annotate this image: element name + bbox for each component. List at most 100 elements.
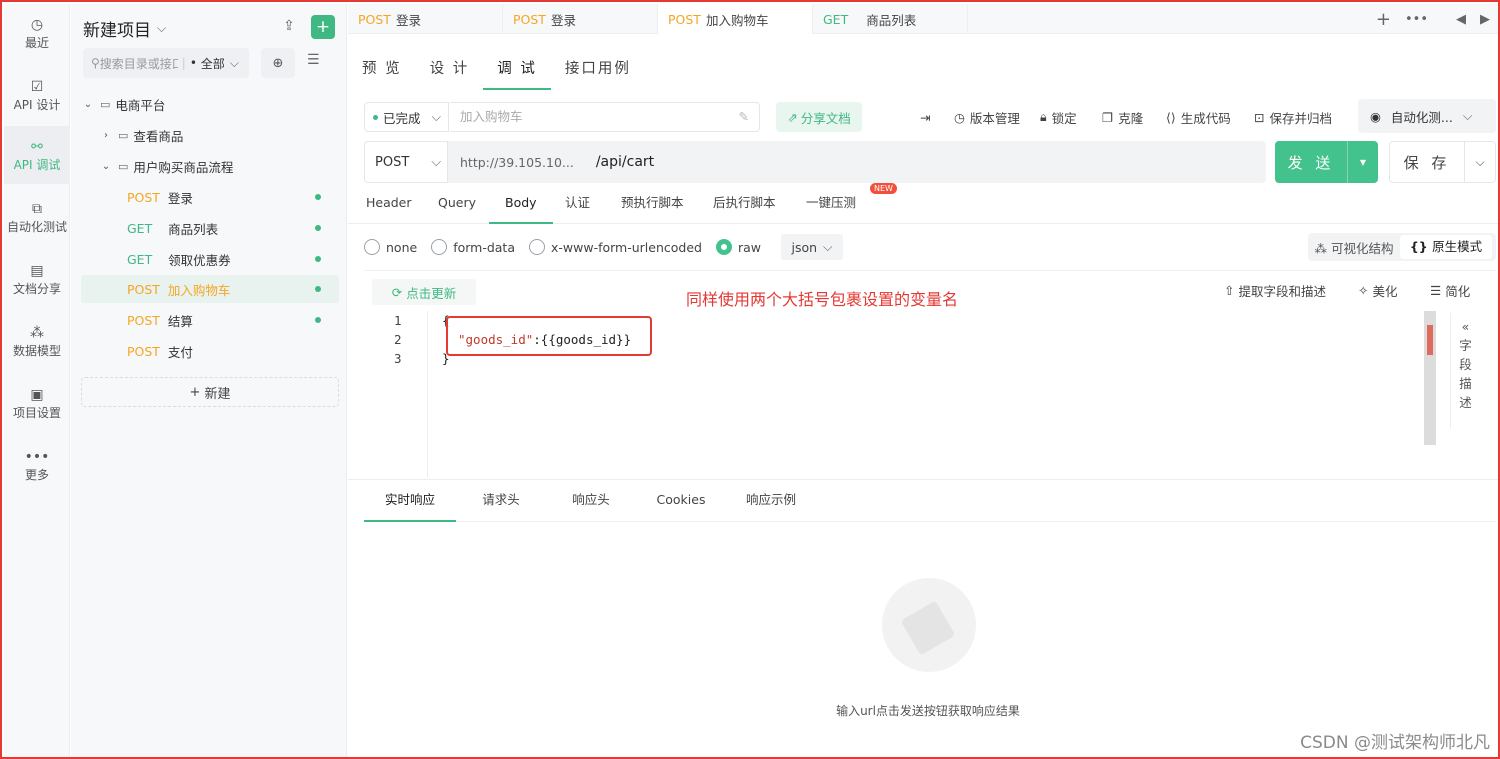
scroll-thumb[interactable] xyxy=(1427,325,1433,355)
request-tab[interactable]: POST 登录 xyxy=(503,4,658,34)
rail-item-data-model[interactable]: ⁂ 数据模型 xyxy=(4,312,70,370)
method-badge: POST xyxy=(358,11,391,27)
automation-button[interactable]: ◉ 自动化测... ⌵ xyxy=(1358,99,1496,133)
rail-item-recent[interactable]: ◷ 最近 xyxy=(4,4,70,62)
radio-none[interactable]: none xyxy=(364,239,417,255)
tab-debug[interactable]: 调 试 xyxy=(483,52,551,90)
radio-form-data[interactable]: form-data xyxy=(431,239,515,255)
chevron-down-icon[interactable]: ▾ xyxy=(1347,141,1378,183)
mode-visual[interactable]: ⁂ 可视化结构 xyxy=(1308,238,1400,257)
tab-live-response[interactable]: 实时响应 xyxy=(364,480,456,522)
tab-response-headers[interactable]: 响应头 xyxy=(546,480,636,522)
tree-folder[interactable]: › ▭ 查看商品 xyxy=(99,121,339,149)
body-type-row: none form-data x-www-form-urlencoded raw… xyxy=(364,233,1496,261)
extract-button[interactable]: ⇧ 提取字段和描述 xyxy=(1224,281,1326,300)
tree-folder[interactable]: ⌄ ▭ 电商平台 xyxy=(81,90,339,118)
rail-label: 项目设置 xyxy=(12,405,61,420)
search-input[interactable]: ⚲ 搜索目录或接口 | • 全部 ⌵ xyxy=(83,48,249,78)
gen-code-button[interactable]: ⟨⟩ 生成代码 xyxy=(1166,102,1231,132)
tree-api-item[interactable]: POST 结算 xyxy=(81,306,339,334)
rail-item-project-settings[interactable]: ▣ 项目设置 xyxy=(4,374,70,432)
tree-api-item[interactable]: POST 支付 xyxy=(81,337,339,365)
rail-item-doc-share[interactable]: ▤ 文档分享 xyxy=(4,250,70,308)
tab-pre-script[interactable]: 预执行脚本 xyxy=(605,186,700,224)
mode-raw[interactable]: {} 原生模式 xyxy=(1400,235,1492,259)
tree-api-item[interactable]: POST 登录 xyxy=(81,183,339,211)
tab-load-test[interactable]: 一键压测 xyxy=(790,186,872,224)
save-archive-button[interactable]: ⊡ 保存并归档 xyxy=(1254,102,1332,132)
tab-body[interactable]: Body xyxy=(489,186,553,224)
arrow-right-icon[interactable]: ▶ xyxy=(1480,12,1490,27)
request-tab[interactable]: GET 商品列表 xyxy=(813,4,968,34)
beautify-button[interactable]: ✧ 美化 xyxy=(1358,281,1398,300)
request-tab[interactable]: POST 登录 xyxy=(348,4,503,34)
chevron-down-icon: ⌵ xyxy=(229,55,239,70)
tab-cookies[interactable]: Cookies xyxy=(636,480,726,522)
save-button[interactable]: 保 存 xyxy=(1389,141,1465,183)
format-select[interactable]: json ⌵ xyxy=(781,234,844,260)
chevron-down-icon[interactable]: ⌵ xyxy=(1465,141,1496,183)
project-selector[interactable]: 新建项目 ⌵ xyxy=(83,16,166,41)
request-tab-active[interactable]: POST 加入购物车 xyxy=(658,4,813,34)
import-icon[interactable]: ⇪ xyxy=(277,14,301,38)
divider: | xyxy=(181,56,186,70)
tree-label: 支付 xyxy=(167,344,193,360)
plus-icon[interactable]: + xyxy=(1376,9,1391,30)
clock-icon: ◷ xyxy=(954,109,965,125)
tree-api-item[interactable]: GET 商品列表 xyxy=(81,214,339,242)
mode-visual-label: 可视化结构 xyxy=(1330,240,1394,256)
simplify-button[interactable]: ☰ 简化 xyxy=(1430,281,1470,300)
radio-urlencoded[interactable]: x-www-form-urlencoded xyxy=(529,239,702,255)
arrow-left-icon[interactable]: ◀ xyxy=(1456,12,1466,27)
line-gutter: 1 2 3 xyxy=(364,311,428,477)
clone-button[interactable]: ❐ 克隆 xyxy=(1102,102,1143,132)
tab-request-headers[interactable]: 请求头 xyxy=(456,480,546,522)
status-label: 已完成 xyxy=(383,110,421,126)
add-button[interactable]: + xyxy=(311,15,335,39)
rail-item-more[interactable]: ••• 更多 xyxy=(4,436,70,494)
tab-cases[interactable]: 接口用例 xyxy=(551,52,645,90)
indent-icon[interactable]: ⇥ xyxy=(920,102,930,132)
tab-post-script[interactable]: 后执行脚本 xyxy=(697,186,792,224)
lock-button[interactable]: 🔒︎ 锁定 xyxy=(1040,102,1077,132)
chevron-down-icon: ⌵ xyxy=(431,109,441,124)
code-icon: ⟨⟩ xyxy=(1166,109,1176,125)
doc-icon: ▤ xyxy=(30,262,44,279)
name-placeholder: 加入购物车 xyxy=(460,109,523,124)
method-select[interactable]: POST ⌵ xyxy=(364,141,448,183)
url-input[interactable]: http://39.105.10... /api/cart xyxy=(448,141,1266,183)
method-badge: GET xyxy=(127,251,153,267)
rail-item-api-design[interactable]: ☑ API 设计 xyxy=(4,66,70,124)
rail-item-automation[interactable]: ⧉ 自动化测试 xyxy=(4,188,70,246)
send-button[interactable]: 发 送 ▾ xyxy=(1275,141,1378,183)
flow-icon: ⧉ xyxy=(32,200,42,217)
locate-icon[interactable]: ⊕ xyxy=(261,48,295,78)
update-button[interactable]: ⟳ 点击更新 xyxy=(372,279,476,305)
tab-preview[interactable]: 预 览 xyxy=(348,52,416,90)
radio-circle xyxy=(431,239,448,255)
scope-select[interactable]: 全部 xyxy=(201,55,225,72)
more-icon[interactable]: ••• xyxy=(1405,12,1428,27)
field-desc-toggle[interactable]: « 字 段 描 述 xyxy=(1450,313,1480,429)
status-dot xyxy=(315,286,321,292)
tab-query[interactable]: Query xyxy=(422,186,492,224)
new-button[interactable]: + 新建 xyxy=(81,377,339,407)
api-name-input[interactable]: 加入购物车 ✎ xyxy=(450,102,760,132)
tab-header[interactable]: Header xyxy=(350,186,428,224)
editor-scrollbar[interactable] xyxy=(1424,311,1436,445)
rail-item-api-debug[interactable]: ⚯ API 调试 xyxy=(4,126,70,184)
api-toolbar: 已完成 ⌵ 加入购物车 ✎ ⇗ 分享文档 ⇥ ◷ 版本管理 🔒︎ 锁定 ❐ 克隆 ⟨⟩ 生成代… xyxy=(364,99,1496,133)
tree-api-item[interactable]: POST 加入购物车 xyxy=(81,275,339,303)
tab-response-example[interactable]: 响应示例 xyxy=(726,480,816,522)
rail-label: API 设计 xyxy=(13,97,61,112)
version-button[interactable]: ◷ 版本管理 xyxy=(954,102,1020,132)
status-select[interactable]: 已完成 ⌵ xyxy=(364,102,449,132)
share-doc-button[interactable]: ⇗ 分享文档 xyxy=(776,102,862,132)
more-icon: ••• xyxy=(24,448,50,465)
tree-folder[interactable]: ⌄ ▭ 用户购买商品流程 xyxy=(99,152,339,180)
tab-auth[interactable]: 认证 xyxy=(549,186,606,224)
radio-raw[interactable]: raw xyxy=(715,239,761,255)
tree-api-item[interactable]: GET 领取优惠券 xyxy=(81,245,339,273)
tab-design[interactable]: 设 计 xyxy=(416,52,484,90)
collapse-all-icon[interactable]: ☰ xyxy=(307,52,320,68)
